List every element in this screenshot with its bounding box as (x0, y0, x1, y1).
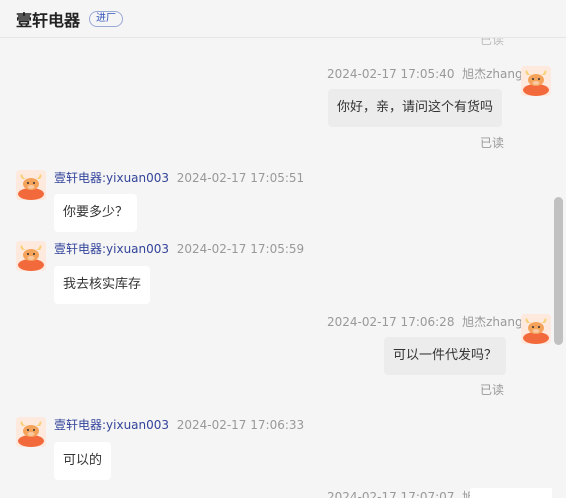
shop-name[interactable]: 壹轩电器 (16, 7, 80, 31)
scrollbar-thumb[interactable] (554, 197, 563, 345)
sender-name: 壹轩电器:yixuan003 (54, 171, 170, 185)
avatar-icon[interactable] (16, 417, 46, 447)
message-meta: 2024-02-17 17:07:07 旭 (327, 488, 474, 498)
message-bubble[interactable]: 可以的 (54, 442, 112, 480)
message-status: 已读 (480, 38, 505, 46)
chat-header: 壹轩电器 进厂 (0, 0, 566, 38)
message-bubble[interactable]: 你要多少？ (54, 194, 138, 232)
message-time: 2024-02-17 17:06:33 (176, 418, 305, 432)
message-meta: 壹轩电器:yixuan003 2024-02-17 17:05:51 (54, 170, 304, 186)
message-time: 2024-02-17 17:07:07 (327, 490, 455, 498)
message-bubble[interactable]: 你好，亲，请问这个有货吗 (328, 89, 503, 127)
message-time: 2024-02-17 17:06:28 (327, 315, 455, 329)
avatar-icon[interactable] (521, 314, 551, 344)
avatar-icon[interactable] (16, 170, 46, 200)
message-meta: 壹轩电器:yixuan003 2024-02-17 17:05:59 (54, 241, 304, 257)
sender-name: 旭杰zhang (462, 67, 523, 81)
sender-name: 壹轩电器:yixuan003 (54, 242, 170, 256)
message-meta: 2024-02-17 17:06:28 旭杰zhang (327, 314, 523, 330)
sender-name: 壹轩电器:yixuan003 (54, 418, 170, 432)
shop-tag-badge: 进厂 (89, 10, 124, 27)
message-time: 2024-02-17 17:05:59 (176, 242, 305, 256)
message-meta: 2024-02-17 17:05:40 旭杰zhang (327, 66, 523, 82)
sender-name: 旭杰zhang (462, 315, 523, 329)
message-time: 2024-02-17 17:05:51 (176, 171, 305, 185)
message-meta: 壹轩电器:yixuan003 2024-02-17 17:06:33 (54, 417, 304, 433)
read-status: 已读 (480, 136, 505, 150)
message-bubble[interactable]: 可以一件代发吗？ (384, 337, 507, 375)
message-bubble (470, 488, 552, 498)
message-time: 2024-02-17 17:05:40 (327, 67, 455, 81)
message-bubble[interactable]: 我去核实库存 (54, 266, 151, 304)
read-status: 已读 (480, 383, 505, 397)
avatar-icon[interactable] (16, 241, 46, 271)
chat-panel: 已读 2024-02-17 17:05:40 旭杰zhang 你好，亲，请问这个… (0, 0, 566, 498)
avatar-icon[interactable] (521, 66, 551, 96)
